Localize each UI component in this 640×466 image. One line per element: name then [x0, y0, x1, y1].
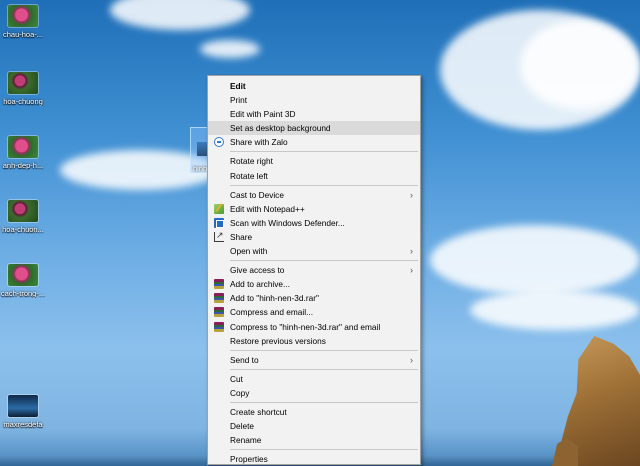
- menu-separator: [230, 449, 418, 451]
- menu-item-label: Rename: [230, 435, 262, 446]
- menu-item-label: Compress to "hinh-nen-3d.rar" and email: [230, 321, 381, 332]
- menu-item-restore-versions[interactable]: Restore previous versions: [208, 334, 420, 348]
- image-thumbnail-icon: [8, 395, 38, 417]
- menu-item-cut[interactable]: Cut: [208, 372, 420, 386]
- image-thumbnail-icon: [8, 5, 38, 27]
- menu-item-label: Send to: [230, 354, 259, 365]
- selected-file-label: hinh: [193, 164, 208, 173]
- menu-item-label: Restore previous versions: [230, 335, 326, 346]
- zalo-icon: [214, 137, 224, 148]
- menu-item-label: Add to archive...: [230, 279, 290, 290]
- desktop-icon-label: anh-dep-h...: [2, 161, 44, 170]
- menu-item-label: Set as desktop background: [230, 123, 331, 134]
- menu-item-share[interactable]: Share: [208, 228, 420, 244]
- winrar-icon: [214, 321, 224, 332]
- menu-item-add-to-archive[interactable]: Add to archive...: [208, 277, 420, 291]
- menu-item-label: Edit: [230, 81, 246, 91]
- desktop-icon-label: cach-trong-...: [0, 289, 46, 298]
- menu-item-share-zalo[interactable]: Share with Zalo: [208, 135, 420, 149]
- desktop-icon[interactable]: maxresdefa: [0, 395, 46, 429]
- menu-item-label: Properties: [230, 454, 268, 465]
- winrar-icon: [214, 307, 224, 318]
- menu-item-label: Edit with Paint 3D: [230, 109, 296, 120]
- cloud: [520, 20, 640, 110]
- menu-item-send-to[interactable]: Send to ›: [208, 353, 420, 367]
- cloud: [430, 225, 640, 295]
- cloud: [110, 0, 250, 30]
- menu-item-copy[interactable]: Copy: [208, 386, 420, 400]
- menu-separator: [230, 184, 418, 186]
- menu-item-label: Create shortcut: [230, 406, 287, 417]
- menu-item-add-to-rar[interactable]: Add to "hinh-nen-3d.rar": [208, 291, 420, 305]
- desktop-icon[interactable]: chau-hoa-...: [0, 5, 46, 39]
- menu-item-label: Edit with Notepad++: [230, 203, 305, 214]
- chevron-right-icon: ›: [410, 246, 413, 257]
- menu-item-rotate-left[interactable]: Rotate left: [208, 169, 420, 183]
- menu-item-give-access[interactable]: Give access to ›: [208, 263, 420, 277]
- menu-item-label: Add to "hinh-nen-3d.rar": [230, 293, 319, 304]
- share-icon: [214, 228, 224, 242]
- desktop-icon[interactable]: anh-dep-h...: [0, 136, 46, 170]
- notepad-plus-plus-icon: [214, 203, 224, 214]
- menu-item-label: Print: [230, 95, 248, 106]
- winrar-icon: [214, 279, 224, 290]
- menu-separator: [230, 368, 418, 370]
- menu-item-rotate-right[interactable]: Rotate right: [208, 154, 420, 168]
- desktop-icon-label: chau-hoa-...: [2, 30, 44, 39]
- menu-separator: [230, 260, 418, 262]
- winrar-icon: [214, 293, 224, 304]
- menu-item-label: Cut: [230, 373, 243, 384]
- menu-item-edit[interactable]: Edit: [208, 79, 420, 93]
- desktop-icon-label: hoa-chuon...: [2, 225, 44, 234]
- menu-item-compress-rar-email[interactable]: Compress to "hinh-nen-3d.rar" and email: [208, 320, 420, 334]
- menu-item-label: Scan with Windows Defender...: [230, 217, 345, 228]
- menu-item-delete[interactable]: Delete: [208, 419, 420, 433]
- menu-item-label: Give access to: [230, 265, 285, 276]
- menu-item-label: Rotate left: [230, 170, 268, 181]
- menu-item-compress-email[interactable]: Compress and email...: [208, 305, 420, 319]
- menu-item-label: Compress and email...: [230, 307, 314, 318]
- menu-item-print[interactable]: Print: [208, 93, 420, 107]
- chevron-right-icon: ›: [410, 189, 413, 200]
- cloud: [200, 40, 260, 58]
- menu-item-open-with[interactable]: Open with ›: [208, 244, 420, 258]
- menu-item-label: Rotate right: [230, 156, 273, 167]
- desktop-icon[interactable]: hoa-chuon...: [0, 200, 46, 234]
- menu-separator: [230, 349, 418, 351]
- context-menu: Edit Print Edit with Paint 3D Set as des…: [207, 75, 421, 465]
- menu-item-label: Copy: [230, 387, 250, 398]
- menu-item-edit-paint3d[interactable]: Edit with Paint 3D: [208, 107, 420, 121]
- image-thumbnail-icon: [8, 264, 38, 286]
- menu-item-label: Share: [230, 231, 253, 242]
- windows-defender-icon: [214, 217, 224, 228]
- menu-item-label: Open with: [230, 246, 268, 257]
- menu-item-create-shortcut[interactable]: Create shortcut: [208, 405, 420, 419]
- menu-item-label: Cast to Device: [230, 189, 284, 200]
- menu-separator: [230, 401, 418, 403]
- menu-item-scan-defender[interactable]: Scan with Windows Defender...: [208, 216, 420, 230]
- cloud: [470, 290, 640, 330]
- image-thumbnail-icon: [8, 136, 38, 158]
- menu-item-edit-notepadpp[interactable]: Edit with Notepad++: [208, 202, 420, 216]
- menu-item-label: Delete: [230, 421, 254, 432]
- menu-item-cast-to-device[interactable]: Cast to Device ›: [208, 188, 420, 202]
- chevron-right-icon: ›: [410, 354, 413, 365]
- chevron-right-icon: ›: [410, 265, 413, 276]
- desktop-icon[interactable]: hoa-chuong: [0, 72, 46, 106]
- menu-separator: [230, 151, 418, 153]
- image-thumbnail-icon: [8, 72, 38, 94]
- desktop-icon[interactable]: cach-trong-...: [0, 264, 46, 298]
- menu-item-set-desktop-background[interactable]: Set as desktop background: [208, 121, 420, 136]
- desktop-icon-label: hoa-chuong: [3, 97, 43, 106]
- menu-item-label: Share with Zalo: [230, 137, 288, 148]
- menu-item-properties[interactable]: Properties: [208, 452, 420, 466]
- desktop-icon-label: maxresdefa: [3, 420, 43, 429]
- menu-item-rename[interactable]: Rename: [208, 433, 420, 447]
- image-thumbnail-icon: [8, 200, 38, 222]
